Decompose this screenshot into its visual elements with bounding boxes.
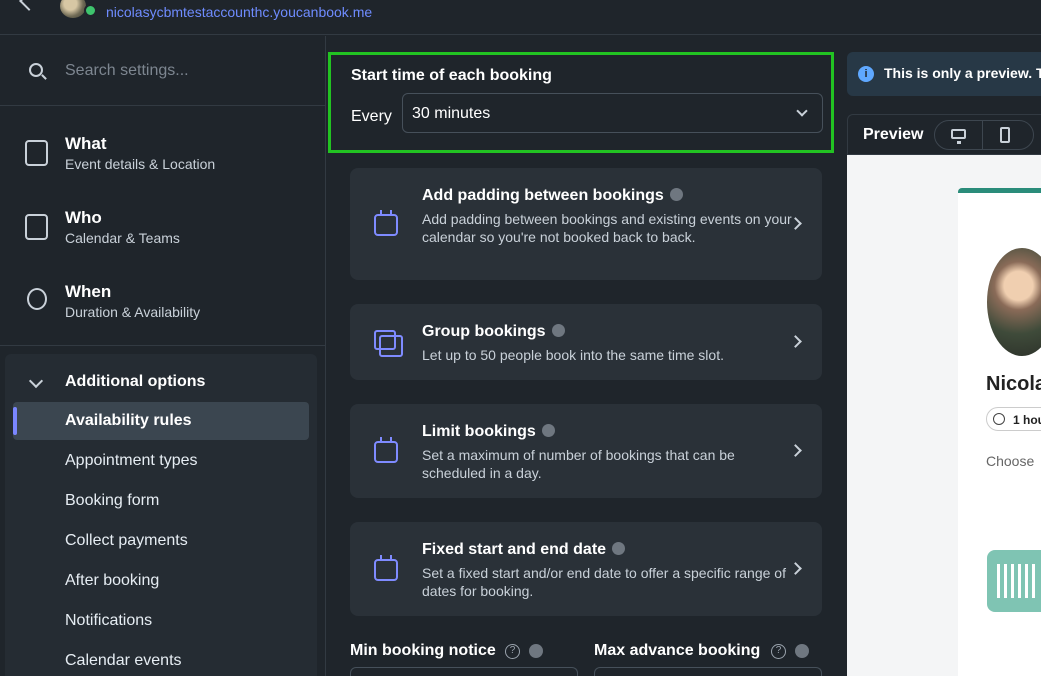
mobile-icon[interactable] <box>1000 127 1010 143</box>
duration-text: 1 hou <box>1013 413 1041 427</box>
sidebar-item-calendar-events[interactable]: Calendar events <box>13 642 309 676</box>
document-icon <box>25 140 48 166</box>
min-notice-label: Min booking notice <box>350 642 496 659</box>
premium-crown-icon <box>669 188 683 201</box>
start-interval-value: 30 minutes <box>412 105 491 122</box>
clock-icon <box>993 413 1005 425</box>
search-row <box>0 36 325 106</box>
sidebar-item-label: Notifications <box>65 612 153 629</box>
search-input[interactable] <box>65 58 305 84</box>
max-advance-field[interactable] <box>594 667 822 676</box>
duration-badge: 1 hou <box>986 407 1041 431</box>
online-status-icon <box>84 4 97 17</box>
card-title: Fixed start and end date <box>422 541 626 559</box>
card-description: Add padding between bookings and existin… <box>422 211 792 245</box>
padding-calendar-icon <box>374 210 398 236</box>
sidebar-item-subtitle: Event details & Location <box>65 156 216 172</box>
max-advance-label: Max advance booking <box>594 642 761 659</box>
preview-notice: i This is only a preview. T <box>847 52 1041 96</box>
divider <box>982 121 983 149</box>
sidebar-item-subtitle: Calendar & Teams <box>65 230 180 246</box>
availability-rules-panel: Start time of each booking Every 30 minu… <box>327 36 837 676</box>
premium-crown-icon <box>612 542 626 555</box>
sidebar-item-availability-rules[interactable]: Availability rules <box>13 402 309 440</box>
sidebar-item-collect-payments[interactable]: Collect payments <box>13 522 309 560</box>
chevron-down-icon <box>796 105 808 117</box>
sidebar-item-notifications[interactable]: Notifications <box>13 602 309 640</box>
help-icon[interactable]: ? <box>771 644 786 659</box>
desktop-icon[interactable] <box>951 129 966 144</box>
settings-sidebar: What Event details & Location Who Calend… <box>0 36 326 676</box>
preview-label: Preview <box>863 126 924 143</box>
premium-crown-icon <box>541 424 555 437</box>
sidebar-item-label: Collect payments <box>65 532 188 549</box>
top-bar: nicolasycbmtestaccounthc.youcanbook.me <box>0 0 1041 35</box>
preview-toolbar: Preview <box>847 114 1041 155</box>
sidebar-item-who[interactable]: Who Calendar & Teams <box>0 192 325 264</box>
sidebar-item-after-booking[interactable]: After booking <box>13 562 309 600</box>
sidebar-item-when[interactable]: When Duration & Availability <box>0 266 325 338</box>
limit-calendar-icon <box>374 437 398 463</box>
card-description: Set a fixed start and/or end date to off… <box>422 565 786 599</box>
booking-page-card: Nicola 1 hou Choose <box>958 188 1041 676</box>
card-title: Group bookings <box>422 323 565 341</box>
premium-crown-icon <box>551 324 565 337</box>
padding-card[interactable]: Add padding between bookings Add padding… <box>350 168 822 280</box>
sidebar-item-title: What <box>65 134 107 153</box>
card-description: Set a maximum of number of bookings that… <box>422 447 735 481</box>
sidebar-item-title: When <box>65 282 112 301</box>
fixed-date-card[interactable]: Fixed start and end date Set a fixed sta… <box>350 522 822 616</box>
sidebar-item-booking-form[interactable]: Booking form <box>13 482 309 520</box>
sidebar-item-label: Availability rules <box>65 412 192 429</box>
card-title: Add padding between bookings <box>422 187 683 205</box>
info-icon: i <box>858 66 874 82</box>
start-interval-select[interactable]: 30 minutes <box>402 93 823 133</box>
back-chevron-icon[interactable] <box>19 0 39 11</box>
choose-text: Choose <box>986 453 1035 469</box>
account-url-link[interactable]: nicolasycbmtestaccounthc.youcanbook.me <box>106 4 372 20</box>
search-icon <box>29 63 43 77</box>
stacked-calendars-icon <box>374 330 403 357</box>
date-range-calendar-icon <box>374 555 398 581</box>
limit-bookings-card[interactable]: Limit bookings Set a maximum of number o… <box>350 404 822 498</box>
booking-host-name: Nicola <box>986 373 1041 395</box>
brand-logo <box>987 550 1041 612</box>
contact-calendar-icon <box>25 214 48 240</box>
start-time-section: Start time of each booking Every 30 minu… <box>328 52 834 153</box>
premium-crown-icon <box>529 644 543 658</box>
watch-icon <box>27 288 47 310</box>
every-label: Every <box>351 108 392 125</box>
sidebar-item-title: Who <box>65 208 102 227</box>
sidebar-item-what[interactable]: What Event details & Location <box>0 118 325 190</box>
additional-options-toggle[interactable]: Additional options <box>65 373 205 391</box>
avatar <box>987 248 1041 356</box>
section-divider <box>0 345 325 346</box>
device-toggle <box>934 120 1034 150</box>
sidebar-item-label: Appointment types <box>65 452 198 469</box>
sidebar-item-label: After booking <box>65 572 160 589</box>
sidebar-item-label: Calendar events <box>65 652 182 669</box>
start-time-title: Start time of each booking <box>351 67 552 84</box>
sidebar-item-appointment-types[interactable]: Appointment types <box>13 442 309 480</box>
avatar[interactable] <box>60 0 86 18</box>
preview-canvas: Nicola 1 hou Choose <box>847 155 1041 676</box>
card-title: Limit bookings <box>422 423 555 441</box>
group-bookings-card[interactable]: Group bookings Let up to 50 people book … <box>350 304 822 380</box>
preview-notice-text: This is only a preview. T <box>884 65 1041 81</box>
sidebar-item-label: Booking form <box>65 492 160 509</box>
sidebar-item-subtitle: Duration & Availability <box>65 304 201 320</box>
premium-crown-icon <box>795 644 809 658</box>
help-icon[interactable]: ? <box>505 644 520 659</box>
card-description: Let up to 50 people book into the same t… <box>422 347 724 363</box>
min-notice-field[interactable] <box>350 667 578 676</box>
